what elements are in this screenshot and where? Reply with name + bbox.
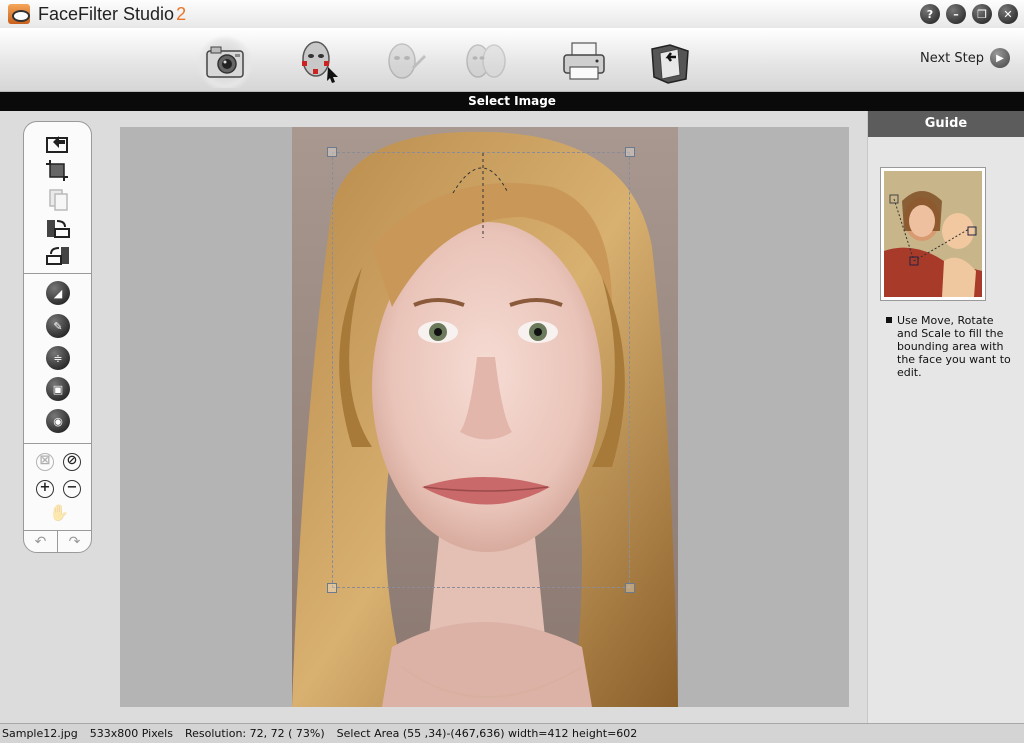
step-export-button[interactable] <box>642 34 698 88</box>
step-edit-face-button[interactable] <box>376 34 432 88</box>
level-icon: ≑ <box>46 346 70 370</box>
undo-icon: ↶ <box>34 533 47 550</box>
app-title: FaceFilter Studio 2 <box>38 4 186 25</box>
help-button[interactable]: ? <box>920 4 940 24</box>
restore-button[interactable]: ❐ <box>972 4 992 24</box>
status-resolution: Resolution: 72, 72 ( 73%) <box>184 727 325 740</box>
step-morph-face-button[interactable] <box>458 34 514 88</box>
step-title: Select Image <box>0 92 1024 111</box>
undo-button[interactable]: ↶ <box>24 531 58 552</box>
paste-button[interactable] <box>42 186 74 212</box>
auto-fix-icon: ◉ <box>46 409 70 433</box>
face-morph-icon <box>466 44 506 78</box>
tool-separator <box>24 443 91 444</box>
status-dimensions: 533x800 Pixels <box>89 727 173 740</box>
next-step-button[interactable]: Next Step ▶ <box>920 48 1010 68</box>
workflow-toolbar: Next Step ▶ <box>0 28 1024 92</box>
printer-icon <box>563 42 605 80</box>
pan-hand-button[interactable]: ✋ <box>49 503 69 524</box>
step-select-image-button[interactable] <box>197 34 253 88</box>
bullet-icon <box>886 317 892 323</box>
guide-example-image <box>881 168 985 300</box>
step-mark-face-button[interactable] <box>290 34 346 88</box>
crop-icon <box>46 160 68 181</box>
guide-header: Guide <box>868 111 1024 137</box>
open-image-icon <box>46 136 68 153</box>
face-marker-icon <box>302 41 338 83</box>
crop-tool-button[interactable] <box>42 158 74 184</box>
fit-to-window-button[interactable]: ⊠ <box>36 453 54 471</box>
zoom-out-icon: − <box>66 480 78 495</box>
rotate-right-icon <box>47 220 70 238</box>
face-selection-box[interactable] <box>327 147 635 593</box>
hand-icon: ✋ <box>49 503 69 522</box>
guide-instruction-text: Use Move, Rotate and Scale to fill the b… <box>897 314 1011 379</box>
fit-icon: ⊠ <box>39 453 51 468</box>
reset-icon: ⊘ <box>66 453 78 468</box>
image-canvas[interactable] <box>120 127 849 707</box>
status-selection: Select Area (55 ,34)-(467,636) width=412… <box>336 727 638 740</box>
auto-fix-button[interactable]: ◉ <box>42 408 74 434</box>
zoom-out-button[interactable]: − <box>63 480 81 498</box>
level-button[interactable]: ≑ <box>42 345 74 371</box>
rotate-left-button[interactable] <box>42 242 74 268</box>
compare-icon: ▣ <box>46 377 70 401</box>
compare-button[interactable]: ▣ <box>42 376 74 402</box>
zoom-in-button[interactable]: + <box>36 480 54 498</box>
app-version: 2 <box>176 3 187 24</box>
camera-icon <box>206 46 244 78</box>
step-print-button[interactable] <box>556 34 612 88</box>
wrench-icon: ✎ <box>46 314 70 338</box>
rotation-guide-icon <box>452 153 509 238</box>
redo-button[interactable]: ↷ <box>58 531 91 552</box>
status-filename: Sample12.jpg <box>2 727 78 740</box>
status-bar: Sample12.jpg 533x800 Pixels Resolution: … <box>0 723 1024 743</box>
reset-button[interactable]: ⊘ <box>63 453 81 471</box>
selection-handle-bottom-right[interactable] <box>625 583 635 593</box>
paste-icon <box>49 189 68 211</box>
export-folder-icon <box>651 44 689 84</box>
tool-panel: ◢ ✎ ≑ ▣ ◉ ⊠ ⊘ + − ✋ ↶ ↷ <box>23 121 92 553</box>
redo-icon: ↷ <box>68 533 81 550</box>
app-title-text: FaceFilter Studio <box>38 3 175 24</box>
next-arrow-icon: ▶ <box>990 48 1010 68</box>
rotate-left-icon <box>46 247 69 265</box>
adjust-tool-button[interactable]: ✎ <box>42 313 74 339</box>
brightness-button[interactable]: ◢ <box>42 280 74 306</box>
face-edit-icon <box>388 43 426 79</box>
next-step-label: Next Step <box>919 50 984 66</box>
open-image-button[interactable] <box>42 130 74 156</box>
guide-instruction: Use Move, Rotate and Scale to fill the b… <box>886 314 1014 379</box>
app-logo-icon <box>8 4 30 24</box>
rotate-right-button[interactable] <box>42 215 74 241</box>
zoom-in-icon: + <box>39 480 51 495</box>
tool-separator <box>24 273 91 274</box>
undo-redo-group: ↶ ↷ <box>24 530 91 552</box>
close-button[interactable]: ✕ <box>998 4 1018 24</box>
minimize-button[interactable]: – <box>946 4 966 24</box>
title-bar: FaceFilter Studio 2 ? – ❐ ✕ <box>0 0 1024 28</box>
brightness-icon: ◢ <box>46 281 70 305</box>
window-controls: ? – ❐ ✕ <box>920 4 1018 24</box>
guide-panel: Guide Use Move, Rotate and Scale to fill… <box>867 111 1024 723</box>
selection-handle-bottom-left[interactable] <box>327 583 337 593</box>
guide-painting-icon <box>884 171 982 297</box>
